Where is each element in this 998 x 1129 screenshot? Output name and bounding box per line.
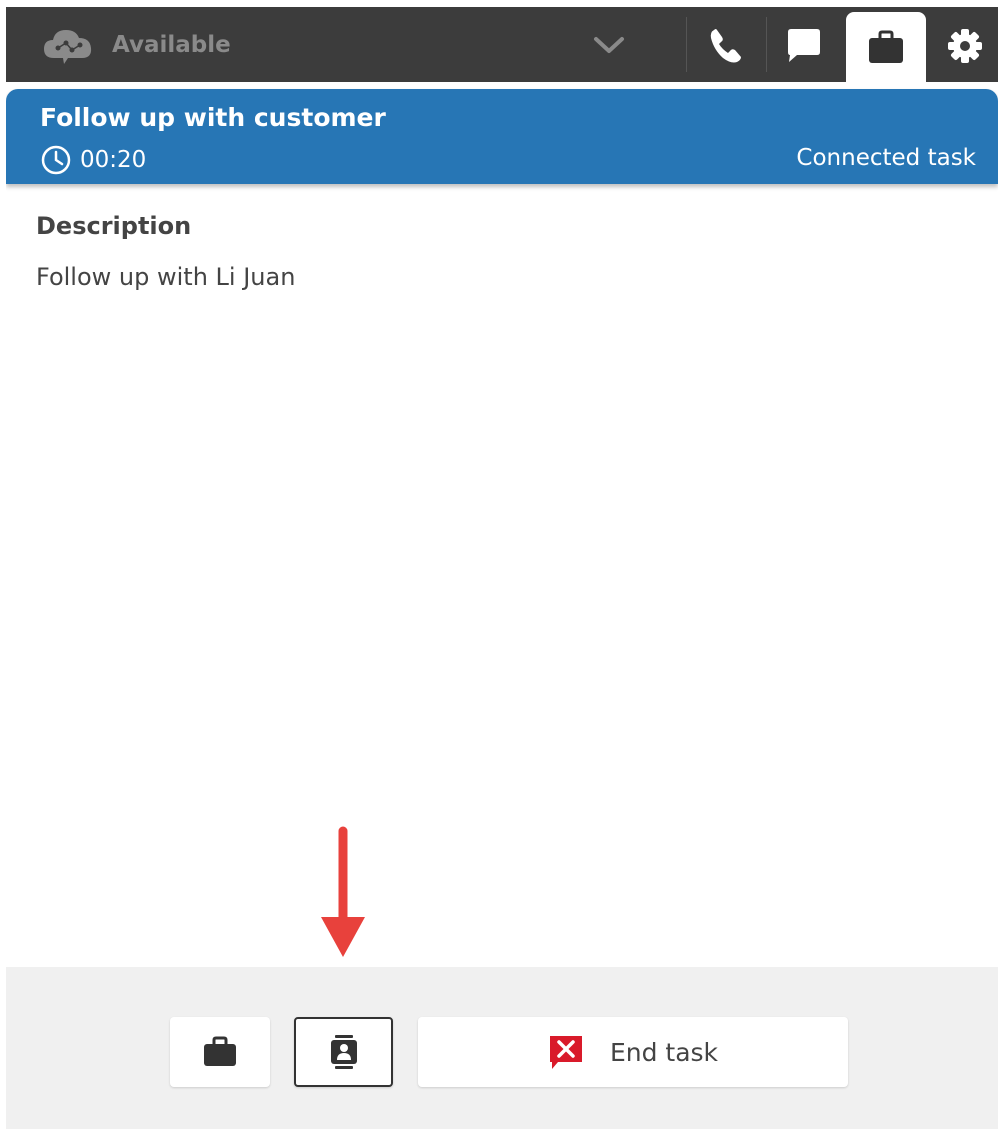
settings-tab[interactable] xyxy=(940,21,990,71)
chat-tab[interactable] xyxy=(779,21,829,71)
briefcase-icon xyxy=(869,30,903,63)
clock-icon xyxy=(41,145,71,175)
contact-card-button[interactable] xyxy=(294,1017,393,1087)
task-state: Connected task xyxy=(796,145,976,171)
gear-icon xyxy=(948,29,982,63)
top-bar: Available xyxy=(6,7,998,84)
description-text: Follow up with Li Juan xyxy=(36,263,296,291)
status-label: Available xyxy=(112,32,231,58)
timer-value: 00:20 xyxy=(80,147,147,173)
description-heading: Description xyxy=(36,212,192,240)
annotation-arrow xyxy=(321,826,365,957)
briefcase-icon xyxy=(204,1036,236,1066)
phone-icon xyxy=(710,29,741,63)
action-footer: End task xyxy=(6,967,998,1129)
agent-status-button[interactable]: Available xyxy=(42,25,231,65)
end-task-icon xyxy=(549,1036,582,1069)
end-task-label: End task xyxy=(609,1037,719,1067)
chevron-down-icon[interactable] xyxy=(592,31,626,59)
ccp-window: Available Follow up with customer 00:20 … xyxy=(6,7,998,1129)
contact-card-icon xyxy=(330,1035,357,1069)
task-title: Follow up with customer xyxy=(40,103,386,132)
task-header: Follow up with customer 00:20 Connected … xyxy=(6,89,998,184)
end-task-button[interactable]: End task xyxy=(418,1017,848,1087)
chat-icon xyxy=(788,29,820,62)
phone-tab[interactable] xyxy=(701,21,751,71)
task-timer: 00:20 xyxy=(40,144,146,176)
divider xyxy=(686,17,687,72)
cloud-status-icon xyxy=(44,30,92,64)
tasks-tab[interactable] xyxy=(846,12,926,84)
task-button[interactable] xyxy=(170,1017,270,1087)
divider xyxy=(766,17,767,72)
